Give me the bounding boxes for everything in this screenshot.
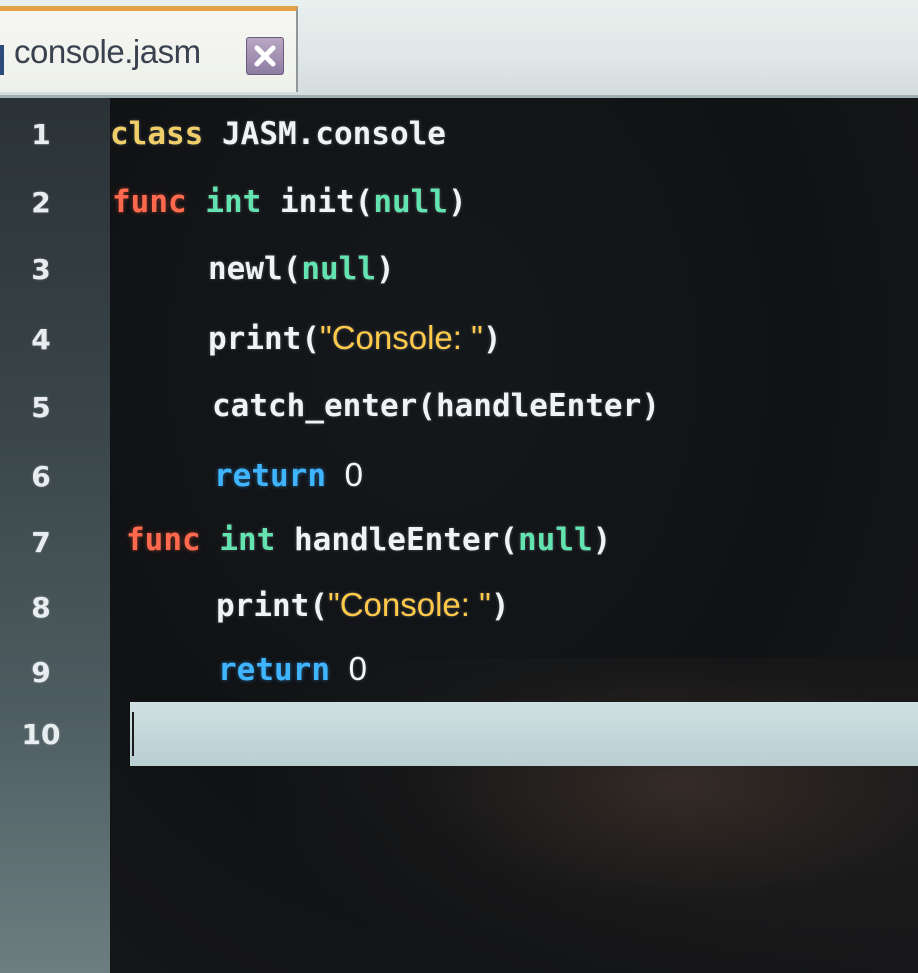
code-line-9: return 0 xyxy=(218,650,367,688)
token-kw-null: null xyxy=(373,184,448,220)
tab-edge-marker xyxy=(0,45,4,75)
token-text: handleEnter( xyxy=(275,522,518,558)
token-text: ) xyxy=(447,184,467,220)
token-text: ) xyxy=(482,321,502,357)
line-number: 5 xyxy=(31,391,51,424)
token-text: catch_enter(handleEnter) xyxy=(212,388,660,424)
token-str: "Console: " xyxy=(327,586,491,623)
code-line-3: newl(null) xyxy=(208,251,395,287)
line-number-gutter: 1 2 3 4 5 6 7 8 9 10 xyxy=(0,98,110,973)
token-text: init( xyxy=(261,184,374,220)
token-text: print( xyxy=(216,588,328,624)
token-kw-class: class xyxy=(110,116,204,152)
code-line-5: catch_enter(handleEnter) xyxy=(212,388,660,424)
current-line-highlight xyxy=(130,702,918,766)
token-num: 0 xyxy=(348,650,368,687)
token-kw-return: return xyxy=(214,458,326,494)
code-area[interactable]: class JASM.console func int init(null) n… xyxy=(110,98,918,973)
tab-label: console.jasm xyxy=(14,33,201,70)
token-kw-func: func xyxy=(112,184,187,220)
line-number: 8 xyxy=(31,591,51,624)
token-text: print( xyxy=(208,321,320,357)
line-number: 7 xyxy=(31,526,51,559)
token-text: ) xyxy=(375,251,395,287)
code-editor[interactable]: 1 2 3 4 5 6 7 8 9 10 class JASM.console … xyxy=(0,98,918,973)
line-number: 1 xyxy=(31,118,51,151)
token-str: "Console: " xyxy=(319,319,483,356)
line-number: 10 xyxy=(21,718,61,751)
token-text: ) xyxy=(592,522,612,558)
close-icon[interactable] xyxy=(246,37,284,75)
tab-bar: console.jasm xyxy=(0,0,918,98)
token-kw-type: int xyxy=(219,522,276,558)
close-icon-glyph xyxy=(254,45,276,67)
editor-window: console.jasm 1 2 3 4 5 6 7 8 9 10 class … xyxy=(0,0,918,973)
token-text: newl( xyxy=(208,251,302,287)
text-caret xyxy=(132,712,134,756)
token-text: JASM.console xyxy=(203,116,446,152)
code-line-6: return 0 xyxy=(214,456,363,494)
token-kw-null: null xyxy=(301,251,376,287)
token-kw-null: null xyxy=(517,522,593,558)
code-line-2: func int init(null) xyxy=(112,184,467,220)
line-number: 9 xyxy=(31,656,51,689)
token-kw-return: return xyxy=(218,652,330,688)
line-number: 3 xyxy=(31,253,51,286)
code-line-8: print("Console: ") xyxy=(216,586,510,624)
token-num: 0 xyxy=(344,456,364,493)
code-line-4: print("Console: ") xyxy=(208,319,502,357)
token-kw-func: func xyxy=(126,522,201,558)
line-number: 2 xyxy=(31,186,51,219)
line-number: 6 xyxy=(31,460,51,493)
token-text: ) xyxy=(490,588,510,624)
code-line-7: func int handleEnter(null) xyxy=(126,522,611,558)
code-line-1: class JASM.console xyxy=(110,116,446,152)
line-number: 4 xyxy=(31,323,51,356)
tab-console-jasm[interactable]: console.jasm xyxy=(0,6,298,92)
token-kw-type: int xyxy=(205,184,262,220)
